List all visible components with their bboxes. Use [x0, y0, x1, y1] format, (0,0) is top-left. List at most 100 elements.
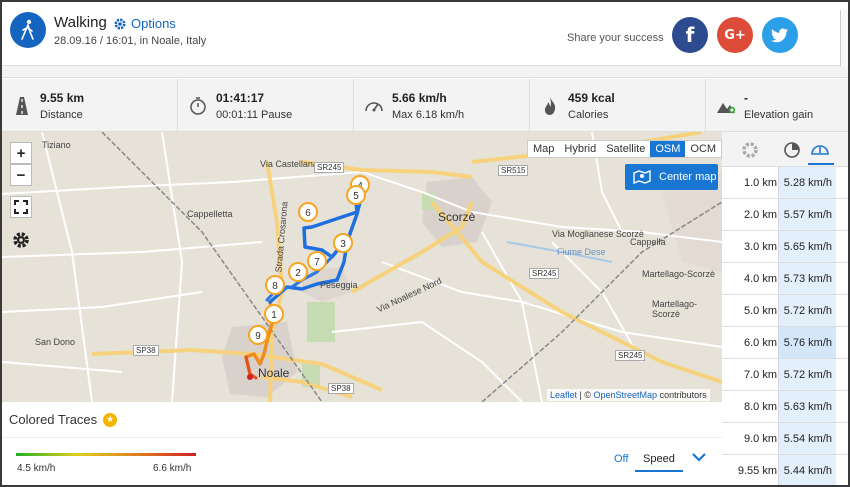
split-row[interactable]: 2.0 km 5.57 km/h: [722, 199, 848, 231]
traces-off-button[interactable]: Off: [614, 453, 628, 465]
svg-text:3: 3: [340, 239, 346, 250]
osm-link[interactable]: OpenStreetMap: [594, 390, 658, 400]
layer-ocm[interactable]: OCM: [685, 141, 721, 157]
svg-text:9: 9: [255, 331, 261, 342]
app-window: Walking Options 28.09.16 / 16:01, in Noa…: [0, 0, 850, 487]
split-speed: 5.72 km/h: [778, 359, 836, 390]
chevron-down-icon[interactable]: [691, 449, 707, 465]
active-tab-indicator: [808, 163, 834, 165]
split-row[interactable]: 5.0 km 5.72 km/h: [722, 295, 848, 327]
split-distance: 6.0 km: [743, 337, 777, 349]
km-marker[interactable]: 7: [307, 251, 327, 271]
pie-chart-icon[interactable]: [782, 140, 802, 160]
gear-icon[interactable]: [740, 140, 760, 160]
split-row[interactable]: 8.0 km 5.63 km/h: [722, 391, 848, 423]
activity-title: Walking: [54, 14, 107, 31]
split-distance: 5.0 km: [743, 305, 777, 317]
stat-calories: 459 kcal Calories: [530, 79, 706, 132]
split-speed: 5.57 km/h: [778, 199, 836, 230]
facebook-icon: f: [685, 23, 695, 47]
split-row[interactable]: 6.0 km 5.76 km/h: [722, 327, 848, 359]
route-map[interactable]: Tiziano Via Castellana Cappelletta Scorz…: [2, 132, 722, 402]
km-marker[interactable]: 9: [248, 325, 268, 345]
svg-text:8: 8: [272, 281, 278, 292]
activity-subtitle: 28.09.16 / 16:01, in Noale, Italy: [54, 35, 207, 47]
split-distance: 7.0 km: [743, 369, 777, 381]
km-marker[interactable]: 3: [333, 233, 353, 253]
attribution-sep: | ©: [577, 390, 594, 400]
split-speed: 5.54 km/h: [778, 423, 836, 454]
speedometer-icon: [365, 102, 383, 112]
split-row[interactable]: 9.0 km 5.54 km/h: [722, 423, 848, 455]
km-marker[interactable]: 8: [265, 275, 285, 295]
split-row[interactable]: 7.0 km 5.72 km/h: [722, 359, 848, 391]
scrollbar[interactable]: [840, 10, 848, 70]
twitter-icon: [771, 28, 788, 42]
zoom-in-button[interactable]: +: [10, 142, 32, 164]
map-icon: [633, 170, 651, 184]
stat-elevation: - Elevation gain: [706, 79, 848, 132]
svg-text:7: 7: [314, 257, 320, 268]
layer-satellite[interactable]: Satellite: [601, 141, 650, 157]
google-plus-icon: G+: [724, 27, 746, 43]
gear-icon: [114, 18, 126, 29]
split-row[interactable]: 4.0 km 5.73 km/h: [722, 263, 848, 295]
svg-text:2: 2: [295, 268, 301, 279]
star-icon: ★: [103, 412, 118, 427]
stat-value: 9.55 km: [40, 91, 85, 105]
stat-value: 459 kcal: [568, 91, 615, 105]
traces-mode-select[interactable]: Speed: [635, 450, 683, 472]
colored-traces-title: Colored Traces ★: [9, 412, 118, 427]
speedometer-tab-icon[interactable]: [810, 140, 830, 160]
split-row[interactable]: 3.0 km 5.65 km/h: [722, 231, 848, 263]
stat-distance: 9.55 km Distance: [2, 79, 178, 132]
facebook-share-button[interactable]: f: [672, 17, 708, 53]
split-distance: 4.0 km: [743, 273, 777, 285]
layer-osm[interactable]: OSM: [650, 141, 686, 157]
stat-value: -: [744, 91, 748, 105]
layer-map[interactable]: Map: [528, 141, 559, 157]
mountain-icon: [717, 103, 736, 114]
zoom-out-button[interactable]: −: [10, 164, 32, 186]
stopwatch-icon: [190, 97, 206, 115]
stat-duration: 01:41:17 00:01:11 Pause: [178, 79, 354, 132]
split-distance: 9.0 km: [743, 433, 777, 445]
plus-icon: +: [16, 144, 26, 162]
split-distance: 2.0 km: [743, 209, 777, 221]
split-speed: 5.28 km/h: [778, 167, 836, 198]
minus-icon: −: [16, 166, 26, 184]
km-marker[interactable]: 1: [264, 304, 284, 324]
km-marker[interactable]: 5: [346, 185, 366, 205]
google-plus-share-button[interactable]: G+: [717, 17, 753, 53]
stat-label: 00:01:11 Pause: [216, 109, 293, 121]
stat-speed: 5.66 km/h Max 6.18 km/h: [354, 79, 530, 132]
map-settings-button[interactable]: [10, 229, 32, 251]
split-speed: 5.72 km/h: [778, 295, 836, 326]
splits-tabs: [722, 132, 848, 167]
attribution-rest: contributors: [657, 390, 707, 400]
stats-bar: 9.55 km Distance 01:41:17 00:01:11 Pause…: [2, 79, 848, 132]
stat-label: Max 6.18 km/h: [392, 109, 465, 121]
layer-hybrid[interactable]: Hybrid: [559, 141, 601, 157]
svg-text:5: 5: [353, 191, 359, 202]
walking-icon: [10, 12, 46, 48]
options-button[interactable]: Options: [113, 16, 176, 31]
leaflet-link[interactable]: Leaflet: [550, 390, 577, 400]
km-marker[interactable]: 6: [298, 202, 318, 222]
fullscreen-button[interactable]: [10, 196, 32, 218]
split-row[interactable]: 9.55 km 5.44 km/h: [722, 455, 848, 485]
split-speed: 5.73 km/h: [778, 263, 836, 294]
speed-gradient-legend: [16, 453, 196, 456]
svg-text:6: 6: [305, 208, 311, 219]
route-markers: 1 2 3 4 5 6 7 8 9: [248, 175, 370, 345]
layer-switcher: Map Hybrid Satellite OSM OCM: [527, 140, 722, 158]
split-speed: 5.76 km/h: [778, 327, 836, 358]
km-marker[interactable]: 2: [288, 262, 308, 282]
divider: [2, 437, 722, 438]
header-divider: [2, 66, 848, 78]
splits-panel: 1.0 km 5.28 km/h 2.0 km 5.57 km/h 3.0 km 5.65…: [722, 132, 848, 485]
twitter-share-button[interactable]: [762, 17, 798, 53]
split-row[interactable]: 1.0 km 5.28 km/h: [722, 167, 848, 199]
flame-icon: [544, 97, 556, 115]
center-map-button[interactable]: Center map: [625, 164, 718, 190]
